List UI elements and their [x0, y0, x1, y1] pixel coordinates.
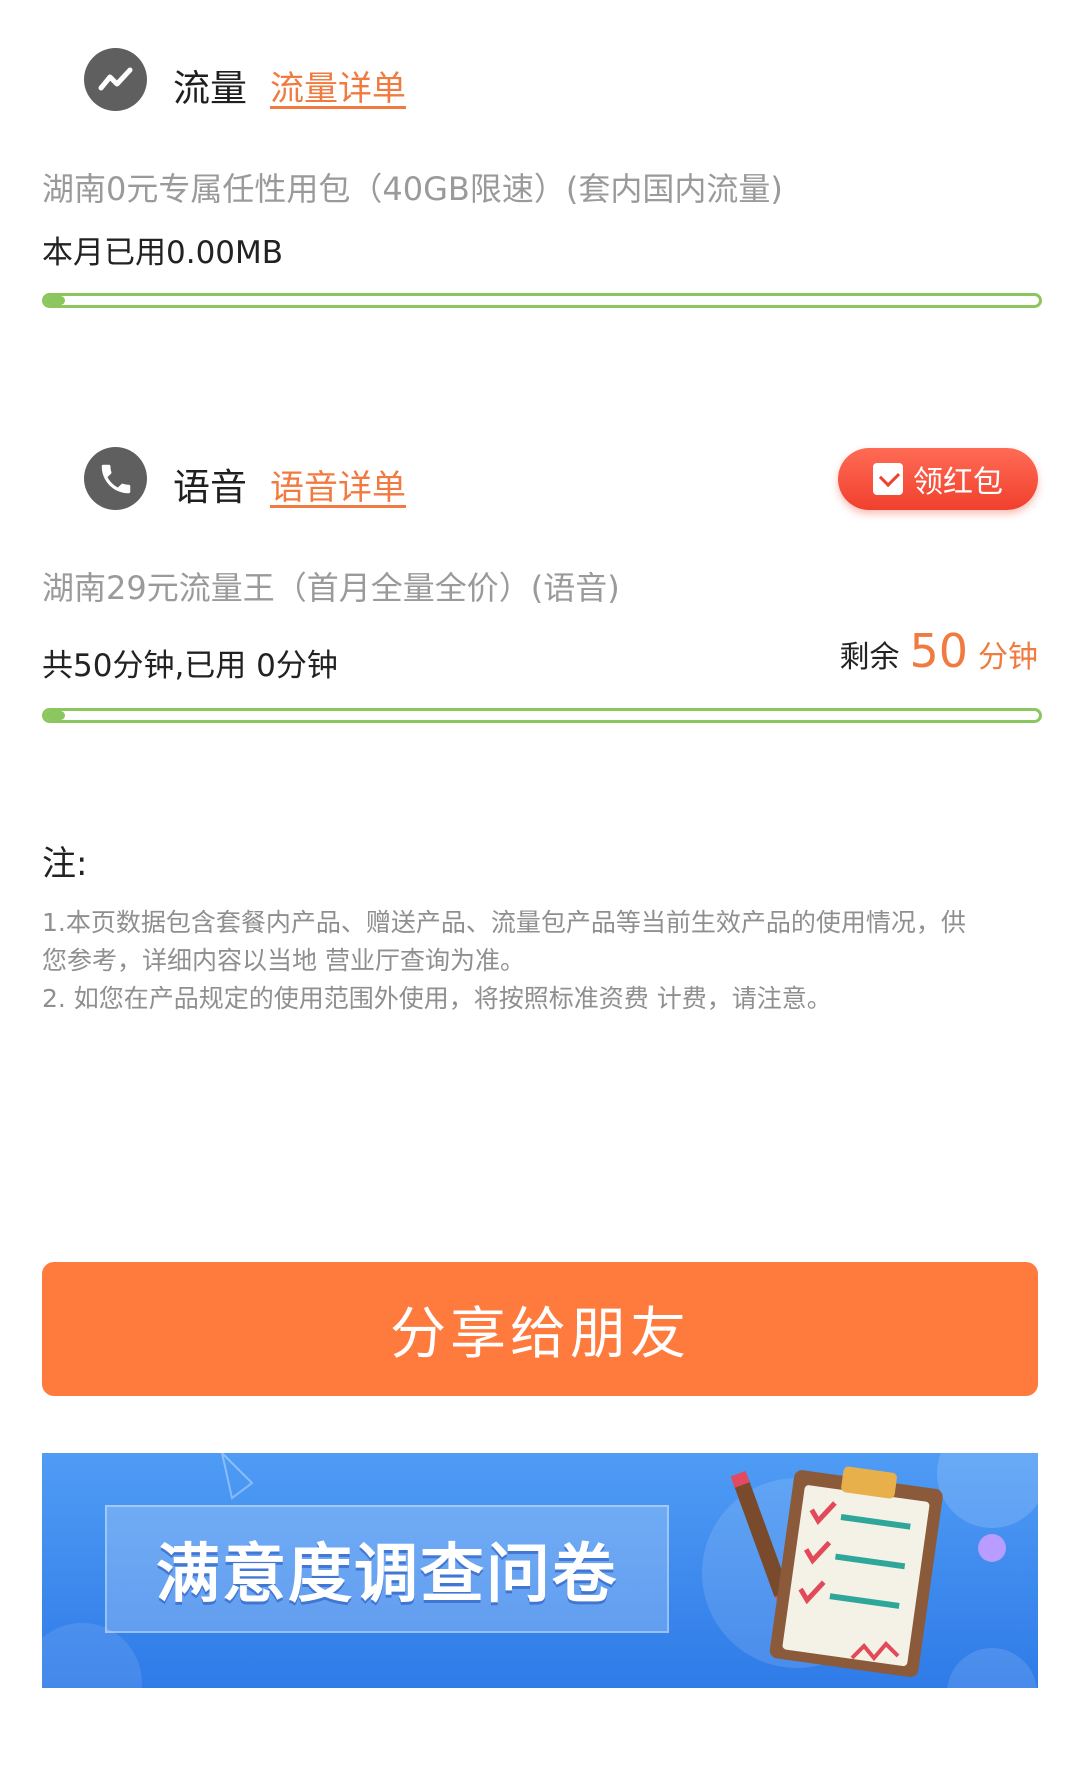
banner-title: 满意度调查问卷	[156, 1538, 618, 1612]
clipboard-checklist-icon	[702, 1466, 943, 1678]
voice-usage-text: 共50分钟,已用 0分钟	[42, 648, 338, 684]
voice-detail-link[interactable]: 语音详单	[270, 460, 406, 509]
voice-progress-bar	[42, 708, 1042, 723]
data-usage-text: 本月已用0.00MB	[42, 235, 284, 271]
data-section-title: 流量	[173, 67, 247, 110]
satisfaction-survey-banner[interactable]: 满意度调查问卷	[42, 1453, 1038, 1688]
notes-title: 注:	[42, 844, 88, 884]
banner-text-box: 满意度调查问卷	[105, 1505, 669, 1633]
data-traffic-icon	[84, 48, 147, 111]
notes-line-3: 2. 如您在产品规定的使用范围外使用，将按照标准资费 计费，请注意。	[42, 984, 832, 1013]
data-detail-link[interactable]: 流量详单	[270, 61, 406, 110]
voice-section-title: 语音	[173, 466, 247, 509]
remaining-unit: 分钟	[978, 640, 1038, 675]
remaining-value: 50	[909, 624, 968, 678]
notes-line-2: 您参考，详细内容以当地 营业厅查询为准。	[42, 946, 525, 975]
red-packet-button[interactable]: 领红包	[838, 448, 1038, 510]
voice-plan-name: 湖南29元流量王（首月全量全价）(语音)	[42, 569, 620, 607]
data-progress-bar	[42, 293, 1042, 308]
red-packet-label: 领红包	[913, 465, 1003, 500]
phone-icon	[84, 447, 147, 510]
share-to-friends-button[interactable]: 分享给朋友	[42, 1262, 1038, 1396]
voice-remaining: 剩余 50 分钟	[839, 624, 1038, 678]
notes-line-1: 1.本页数据包含套餐内产品、赠送产品、流量包产品等当前生效产品的使用情况，供	[42, 908, 966, 937]
red-envelope-icon	[873, 463, 903, 495]
data-progress-fill	[45, 296, 65, 305]
voice-progress-fill	[45, 711, 65, 720]
data-plan-name: 湖南0元专属任性用包（40GB限速）(套内国内流量)	[42, 170, 783, 208]
remaining-prefix: 剩余	[839, 640, 900, 675]
